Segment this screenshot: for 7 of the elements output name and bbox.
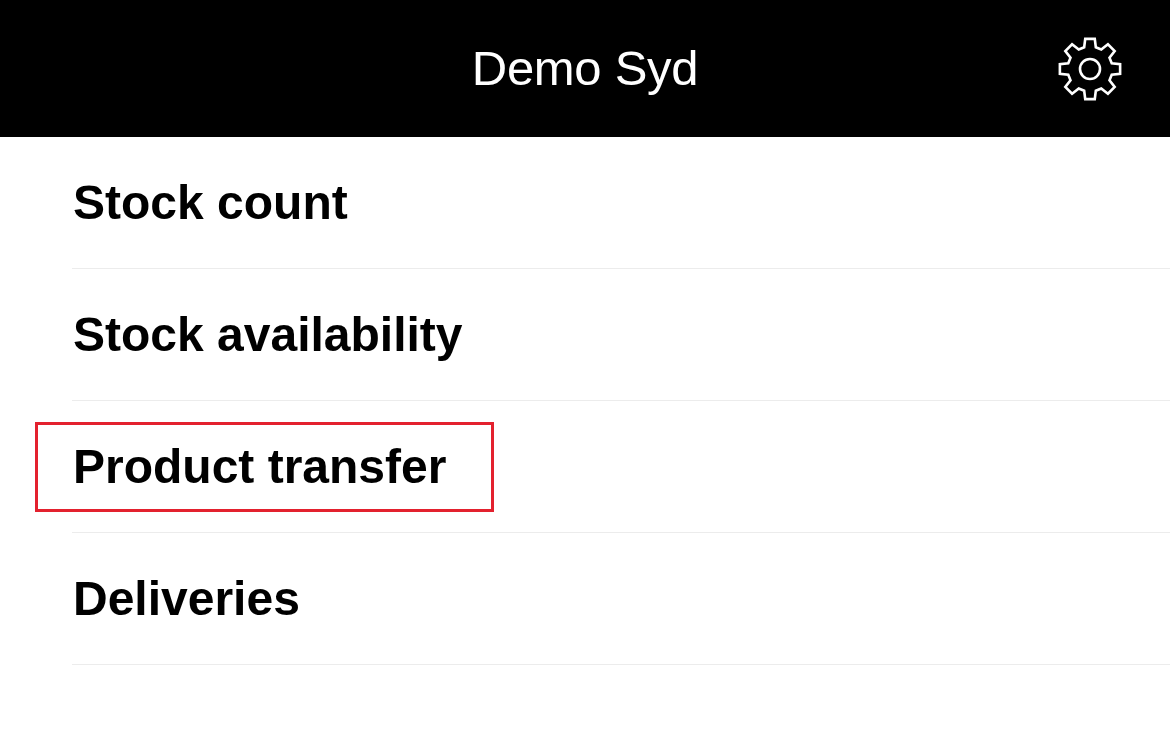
- store-title: Demo Syd: [471, 44, 699, 93]
- menu-item[interactable]: Stock availability: [73, 307, 463, 362]
- settings-icon: [1056, 35, 1124, 102]
- settings-button[interactable]: [1056, 35, 1124, 102]
- menu-item[interactable]: Deliveries: [73, 571, 300, 626]
- menu-item[interactable]: Stock count: [73, 175, 348, 230]
- menu-item[interactable]: Product transfer: [73, 439, 447, 494]
